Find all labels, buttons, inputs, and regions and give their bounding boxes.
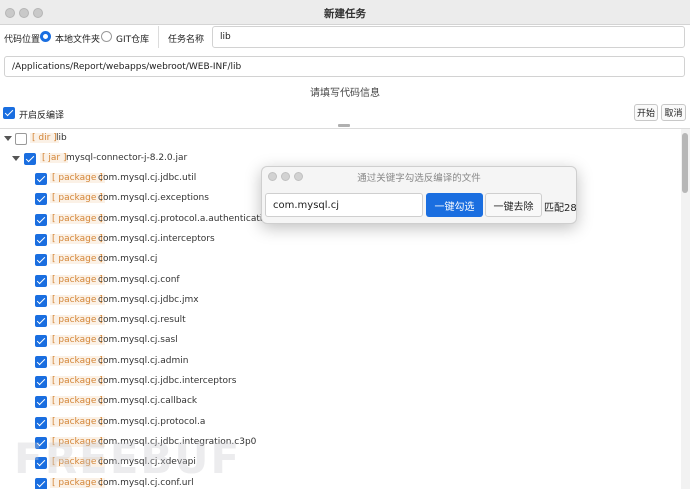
code-location-label: 代码位置 [4,35,41,45]
root-tag: [ dir ] [30,133,59,143]
package-name: com.mysql.cj [98,254,158,265]
path-input[interactable]: /Applications/Report/webapps/webroot/WEB… [4,56,685,77]
package-tag: [ package ] [50,376,105,386]
splitter-handle[interactable] [338,124,350,127]
package-checkbox[interactable] [35,396,47,409]
package-name: com.mysql.cj.jdbc.util [98,173,197,183]
tree-row-package[interactable]: [ package ] com.mysql.cj.jdbc.interceptor… [0,372,680,392]
package-name: com.mysql.cj.jdbc.jmx [98,294,199,305]
package-name: com.mysql.cj.callback [98,396,198,407]
package-checkbox[interactable] [35,254,47,267]
package-tag: [ package ] [50,315,105,326]
tree-row-package[interactable]: [ package ] com.mysql.cj.protocol.a [0,413,680,433]
package-name: com.mysql.cj.admin [98,355,189,366]
keyword-input[interactable]: com.mysql.cj [265,193,423,217]
decompile-checkbox[interactable] [3,107,15,119]
package-name: com.mysql.cj.jdbc.interceptors [98,376,237,386]
package-tag: [ package ] [50,355,105,366]
tree-row-package[interactable]: [ package ] com.mysql.cj.admin [0,352,680,372]
chevron-down-icon[interactable] [4,136,12,141]
row-divider [158,26,159,48]
cancel-button[interactable]: 取消 [661,104,686,121]
tree-row-package[interactable]: [ package ] com.mysql.cj.conf [0,271,680,291]
package-checkbox[interactable] [35,193,47,206]
package-checkbox[interactable] [35,274,47,287]
tree-row-package[interactable]: [ package ] com.mysql.cj.jdbc.jmx [0,291,680,311]
task-name-label: 任务名称 [168,35,205,45]
package-name: com.mysql.cj.protocol.a [98,416,206,427]
package-tag: [ package ] [50,233,105,244]
package-checkbox[interactable] [35,213,47,226]
jar-tag: [ jar ] [40,153,69,163]
package-name: com.mysql.cj.sasl [98,335,178,346]
match-count: 匹配28 [544,203,577,214]
radio-local-folder-label[interactable]: 本地文件夹 [55,32,100,45]
start-button[interactable]: 开始 [634,104,658,121]
remove-all-button[interactable]: 一键去除 [485,193,542,217]
tree-row-package[interactable]: [ package ] com.mysql.cj [0,250,680,270]
decompile-label: 开启反编译 [19,111,65,121]
package-checkbox[interactable] [35,335,47,348]
watermark-logo: FREEBUF [14,434,242,483]
package-tag: [ package ] [50,274,105,285]
package-name: com.mysql.cj.result [98,315,186,326]
tree-row-package[interactable]: [ package ] com.mysql.cj.result [0,311,680,331]
package-tag: [ package ] [50,193,105,204]
section-title: 请填写代码信息 [310,88,380,99]
tree-row-package[interactable]: [ package ] com.mysql.cj.callback [0,392,680,412]
scrollbar-thumb[interactable] [682,133,688,193]
package-tag: [ package ] [50,213,105,224]
tree-row-root[interactable]: [ dir ] lib [0,129,680,149]
package-checkbox[interactable] [35,355,47,368]
package-checkbox[interactable] [35,315,47,328]
package-tag: [ package ] [50,254,105,265]
root-checkbox[interactable] [15,133,27,145]
chevron-down-icon[interactable] [12,156,20,161]
tree-row-package[interactable]: [ package ] com.mysql.cj.sasl [0,331,680,351]
package-checkbox[interactable] [35,173,47,185]
tree-row-package[interactable]: [ package ] com.mysql.cj.interceptors [0,230,680,250]
package-name: com.mysql.cj.interceptors [98,233,215,244]
package-name: com.mysql.cj.exceptions [98,193,209,204]
dialog-title: 通过关键字勾选反编译的文件 [357,173,481,184]
radio-local-folder[interactable] [40,31,51,42]
package-tag: [ package ] [50,396,105,407]
package-checkbox[interactable] [35,233,47,246]
jar-name: mysql-connector-j-8.2.0.jar [66,153,188,163]
package-tag: [ package ] [50,294,105,305]
package-name: com.mysql.cj.conf [98,274,180,285]
package-checkbox[interactable] [35,294,47,307]
task-name-input[interactable]: lib [212,26,685,48]
root-name: lib [56,133,67,143]
radio-git-repo[interactable] [101,31,112,42]
jar-checkbox[interactable] [24,153,36,165]
radio-git-repo-label[interactable]: GIT仓库 [116,32,149,45]
package-checkbox[interactable] [35,376,47,388]
title-bar: 新建任务 [0,0,690,25]
package-checkbox[interactable] [35,416,47,429]
window-title: 新建任务 [324,8,366,20]
package-tag: [ package ] [50,335,105,346]
keyword-dialog: 通过关键字勾选反编译的文件 com.mysql.cj 一键勾选 一键去除 匹配2… [261,166,577,224]
package-tag: [ package ] [50,173,105,183]
select-all-button[interactable]: 一键勾选 [426,193,483,217]
package-tag: [ package ] [50,416,105,427]
package-name: com.mysql.cj.protocol.a.authentication [98,213,274,224]
